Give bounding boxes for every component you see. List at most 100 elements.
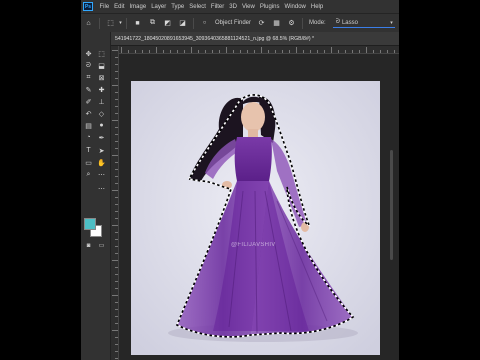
ruler-tick — [115, 169, 118, 170]
new-selection-icon[interactable]: ■ — [133, 19, 142, 28]
menu-select[interactable]: Select — [187, 4, 209, 10]
screen-mode-icon[interactable]: ▭ — [96, 240, 107, 251]
ruler-tick — [112, 85, 118, 86]
ruler-tick — [112, 295, 118, 296]
more-tools-icon[interactable]: ⋯ — [96, 169, 107, 180]
ruler-tick — [115, 309, 118, 310]
rectangle-tool-icon[interactable]: ▭ — [83, 157, 94, 168]
ruler-tick — [115, 162, 118, 163]
ruler-tick — [184, 50, 185, 53]
vertical-scrollbar[interactable] — [390, 150, 393, 260]
add-to-selection-icon[interactable]: ⧉ — [148, 19, 157, 28]
subtract-from-selection-icon[interactable]: ◩ — [163, 19, 172, 28]
home-icon[interactable]: ⌂ — [84, 19, 93, 28]
lasso-tool-icon[interactable]: ᘐ — [83, 60, 94, 71]
menu-window[interactable]: Window — [282, 4, 308, 10]
show-all-objects-icon[interactable]: ▦ — [272, 19, 281, 28]
ruler-horizontal[interactable] — [119, 46, 399, 54]
zoom-tool-icon[interactable]: ⌕ — [83, 169, 94, 180]
menu-image[interactable]: Image — [127, 4, 149, 10]
ruler-tick — [142, 50, 143, 53]
document-tab[interactable]: 541941722_18045020891653945_309364036588… — [111, 32, 399, 46]
menu-file[interactable]: File — [97, 4, 112, 10]
marquee-tool-icon[interactable]: ⬚ — [96, 48, 107, 59]
hand-tool-icon[interactable]: ✋ — [96, 157, 107, 168]
ruler-tick — [115, 99, 118, 100]
type-tool-icon[interactable]: T — [83, 145, 94, 156]
eyedropper-tool-icon[interactable]: ✎ — [83, 84, 94, 95]
canvas-image[interactable]: @FILIJAVSHIV — [131, 81, 380, 355]
ruler-tick — [303, 50, 304, 53]
ruler-tick — [226, 47, 227, 53]
ruler-tick — [112, 50, 118, 51]
document-title: 541941722_18045020891653945_309364036588… — [115, 35, 315, 42]
ruler-vertical[interactable] — [111, 46, 119, 360]
photo-subject — [131, 81, 380, 355]
edit-toolbar-icon[interactable]: ⋯ — [96, 183, 107, 194]
ruler-tick — [247, 50, 248, 53]
object-finder-label: Object Finder — [215, 20, 252, 26]
mode-label: Mode: — [309, 20, 326, 26]
ruler-tick — [115, 211, 118, 212]
ruler-tick — [115, 64, 118, 65]
menu-help[interactable]: Help — [308, 4, 325, 10]
ruler-tick — [359, 50, 360, 53]
clone-stamp-tool-icon[interactable]: ⊥ — [96, 96, 107, 107]
ruler-tick — [352, 50, 353, 53]
ruler-tick — [115, 197, 118, 198]
intersect-selection-icon[interactable]: ◪ — [178, 19, 187, 28]
chevron-down-icon[interactable]: ▾ — [118, 19, 123, 28]
ruler-tick — [115, 148, 118, 149]
dodge-tool-icon[interactable]: ◔ — [83, 132, 94, 143]
history-brush-tool-icon[interactable]: ↶ — [83, 108, 94, 119]
quick-mask-icon[interactable]: ◙ — [83, 240, 94, 251]
ruler-tick — [112, 120, 118, 121]
ruler-tick — [268, 50, 269, 53]
divider — [99, 17, 100, 29]
blur-tool-icon[interactable]: ● — [96, 120, 107, 131]
ruler-tick — [191, 47, 192, 53]
object-finder-checkbox[interactable]: ○ — [200, 19, 209, 28]
object-selection-tool-icon[interactable]: ⬓ — [96, 60, 107, 71]
refresh-icon[interactable]: ⟳ — [257, 19, 266, 28]
ruler-tick — [115, 246, 118, 247]
crop-tool-icon[interactable]: ⌗ — [83, 72, 94, 83]
ruler-tick — [112, 260, 118, 261]
ruler-tick — [387, 50, 388, 53]
brush-tool-icon[interactable]: ✐ — [83, 96, 94, 107]
healing-brush-tool-icon[interactable]: ✚ — [96, 84, 107, 95]
path-selection-tool-icon[interactable]: ➤ — [96, 145, 107, 156]
ruler-tick — [112, 190, 118, 191]
ruler-tick — [115, 351, 118, 352]
ruler-tick — [115, 281, 118, 282]
photoshop-window: Ps File Edit Image Layer Type Select Fil… — [81, 0, 399, 360]
mode-select[interactable]: ᘐ Lasso ▾ — [332, 18, 395, 28]
object-selection-tool-icon[interactable]: ⬚ — [106, 19, 115, 28]
menu-type[interactable]: Type — [169, 4, 187, 10]
ruler-tick — [275, 50, 276, 53]
watermark-text: @FILIJAVSHIV — [231, 242, 276, 248]
frame-tool-icon[interactable]: ⊠ — [96, 72, 107, 83]
ruler-tick — [115, 274, 118, 275]
menu-view[interactable]: View — [239, 4, 257, 10]
gradient-tool-icon[interactable]: ▤ — [83, 120, 94, 131]
ruler-tick — [310, 50, 311, 53]
ruler-tick — [219, 50, 220, 53]
ruler-tick — [115, 239, 118, 240]
pen-tool-icon[interactable]: ✒ — [96, 132, 107, 143]
ruler-tick — [115, 344, 118, 345]
ruler-tick — [115, 71, 118, 72]
menu-3d[interactable]: 3D — [227, 4, 240, 10]
move-tool-icon[interactable]: ✥ — [83, 48, 94, 59]
foreground-color-swatch[interactable] — [84, 218, 96, 230]
menu-plugins[interactable]: Plugins — [257, 4, 282, 10]
menu-layer[interactable]: Layer — [149, 4, 169, 10]
ruler-tick — [115, 113, 118, 114]
ruler-tick — [112, 155, 118, 156]
ruler-tick — [212, 50, 213, 53]
menu-edit[interactable]: Edit — [112, 4, 127, 10]
eraser-tool-icon[interactable]: ◇ — [96, 108, 107, 119]
menu-filter[interactable]: Filter — [208, 4, 226, 10]
ruler-tick — [115, 316, 118, 317]
gear-icon[interactable]: ⚙ — [287, 19, 296, 28]
